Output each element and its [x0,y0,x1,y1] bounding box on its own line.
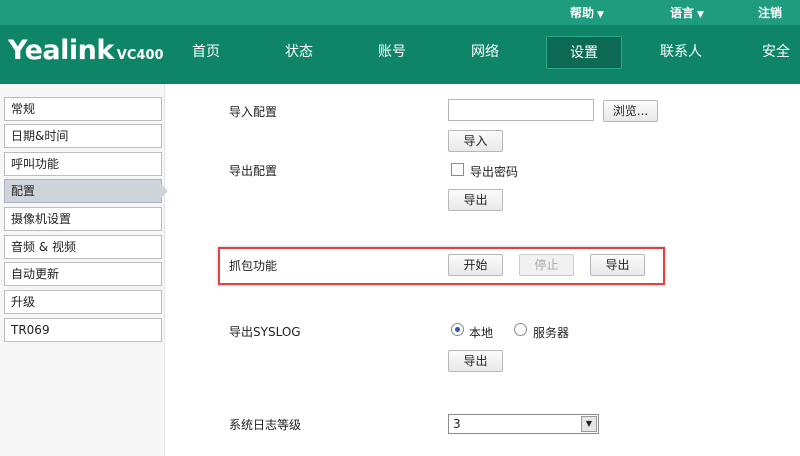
import-config-label: 导入配置 [229,105,278,119]
syslog-export-button[interactable]: 导出 [448,350,503,372]
active-indicator-arrow [161,184,168,198]
language-label: 语言 [670,6,695,20]
sidebar-item-call-features[interactable]: 呼叫功能 [4,152,162,176]
export-password-checkbox[interactable] [451,163,464,176]
syslog-server-radio[interactable] [514,323,527,336]
help-label: 帮助 [570,6,595,20]
sidebar-item-camera-settings[interactable]: 摄像机设置 [4,207,162,231]
syslog-server-label: 服务器 [533,326,570,340]
capture-export-button[interactable]: 导出 [590,254,645,276]
main-nav: Yealink VC400 首页 状态 账号 网络 设置 联系人 安全 [0,25,800,84]
packet-capture-label: 抓包功能 [229,259,278,273]
tab-security[interactable]: 安全 [756,36,796,69]
sidebar-item-tr069[interactable]: TR069 [4,318,162,342]
sidebar-item-date-time[interactable]: 日期&时间 [4,124,162,148]
sidebar-item-upgrade[interactable]: 升级 [4,290,162,314]
syslog-local-radio[interactable] [451,323,464,336]
export-password-label: 导出密码 [470,165,519,179]
yealink-logo: Yealink VC400 [8,35,164,66]
sidebar-item-configuration[interactable]: 配置 [4,179,162,203]
capture-stop-button[interactable]: 停止 [519,254,574,276]
sidebar-item-general[interactable]: 常规 [4,97,162,121]
logo-brand: Yealink [8,35,114,66]
tab-settings[interactable]: 设置 [546,36,622,69]
chevron-down-icon: ▼ [597,10,604,20]
logo-model: VC400 [116,48,164,63]
tab-home[interactable]: 首页 [180,36,232,69]
sidebar-item-auto-update[interactable]: 自动更新 [4,262,162,286]
syslog-local-label: 本地 [469,326,494,340]
export-config-label: 导出配置 [229,164,278,178]
tab-contacts[interactable]: 联系人 [652,36,710,69]
top-utility-bar: 帮助 ▼ 语言 ▼ 注销 [0,0,800,25]
import-button[interactable]: 导入 [448,130,503,152]
browse-button[interactable]: 浏览... [603,100,658,122]
capture-start-button[interactable]: 开始 [448,254,503,276]
log-level-value: 3 [453,417,461,431]
sidebar-item-audio-video[interactable]: 音频 & 视频 [4,235,162,259]
export-syslog-label: 导出SYSLOG [229,325,301,339]
language-menu[interactable]: 语言 ▼ [670,4,704,21]
tab-network[interactable]: 网络 [459,36,511,69]
logout-link[interactable]: 注销 [758,4,782,21]
tab-account[interactable]: 账号 [366,36,418,69]
log-level-label: 系统日志等级 [229,418,302,432]
import-file-path-input[interactable] [448,99,594,121]
help-menu[interactable]: 帮助 ▼ [570,4,604,21]
export-config-button[interactable]: 导出 [448,189,503,211]
tab-status[interactable]: 状态 [273,36,325,69]
log-level-select[interactable]: 3 ▼ [448,414,599,434]
sidebar: 常规 日期&时间 呼叫功能 配置 摄像机设置 音频 & 视频 自动更新 升级 T… [0,84,168,456]
dropdown-arrow-icon[interactable]: ▼ [581,416,597,432]
chevron-down-icon: ▼ [697,10,704,20]
